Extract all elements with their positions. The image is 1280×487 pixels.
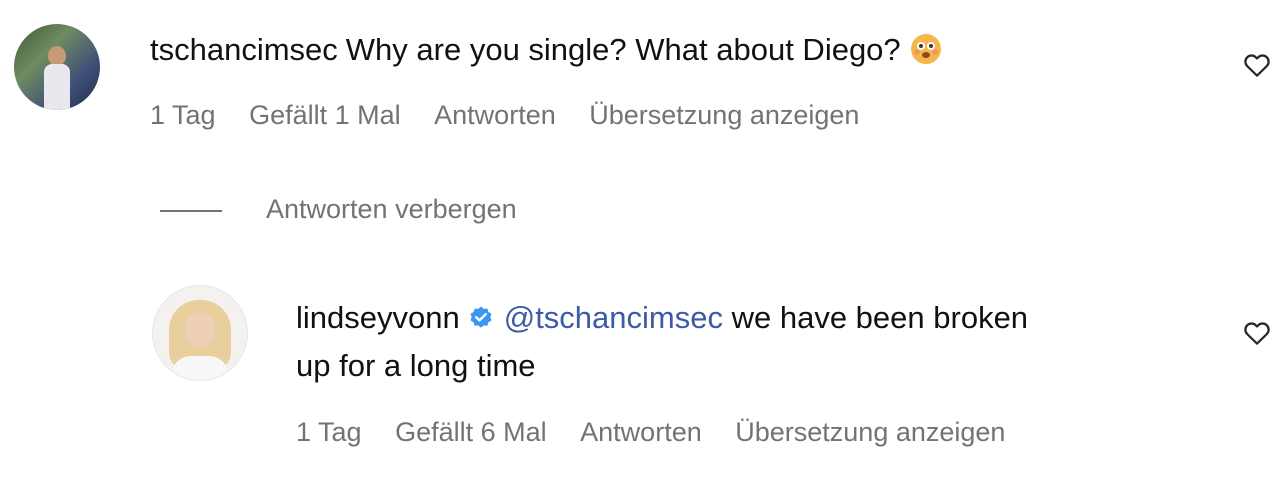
avatar[interactable] [152, 285, 248, 381]
comment-text: Why are you single? What about Diego? [345, 32, 901, 67]
avatar-shirt [171, 356, 229, 380]
reply-likes[interactable]: Gefällt 6 Mal [395, 415, 547, 449]
translate-button[interactable]: Übersetzung anzeigen [735, 415, 1005, 449]
hide-replies-label: Antworten verbergen [266, 194, 517, 224]
divider [160, 209, 222, 212]
comment-likes[interactable]: Gefällt 1 Mal [249, 98, 401, 132]
reply-time: 1 Tag [296, 417, 362, 447]
reply-text-line-2: up for a long time [296, 348, 536, 383]
reply-username[interactable]: lindseyvonn [296, 300, 460, 335]
verified-badge-icon [470, 306, 492, 328]
avatar-figure-body [44, 64, 70, 110]
reply-button[interactable]: Antworten [434, 98, 556, 132]
comment-username[interactable]: tschancimsec [150, 32, 338, 67]
comment-time: 1 Tag [150, 100, 216, 130]
reply-text-row-2: up for a long time [296, 346, 536, 386]
avatar-figure-head [48, 46, 66, 66]
avatar[interactable] [14, 24, 100, 110]
heart-outline-icon[interactable] [1242, 318, 1272, 348]
avatar-face [185, 312, 215, 348]
translate-button[interactable]: Übersetzung anzeigen [589, 98, 859, 132]
hide-replies-button[interactable]: Antworten verbergen [160, 192, 517, 226]
comment-text-row: tschancimsec Why are you single? What abo… [150, 30, 943, 70]
reply-button[interactable]: Antworten [580, 415, 702, 449]
heart-outline-icon[interactable] [1242, 50, 1272, 80]
mention-link[interactable]: @tschancimsec [504, 300, 723, 335]
reply-text-line-1: we have been broken [731, 300, 1029, 335]
comment-meta: 1 Tag Gefällt 1 Mal Antworten Übersetzun… [150, 98, 885, 132]
reply-meta: 1 Tag Gefällt 6 Mal Antworten Übersetzun… [296, 415, 1031, 449]
flushed-face-emoji-icon [910, 34, 941, 64]
reply-text-row: lindseyvonn @tschancimsec we have been b… [296, 298, 1028, 338]
